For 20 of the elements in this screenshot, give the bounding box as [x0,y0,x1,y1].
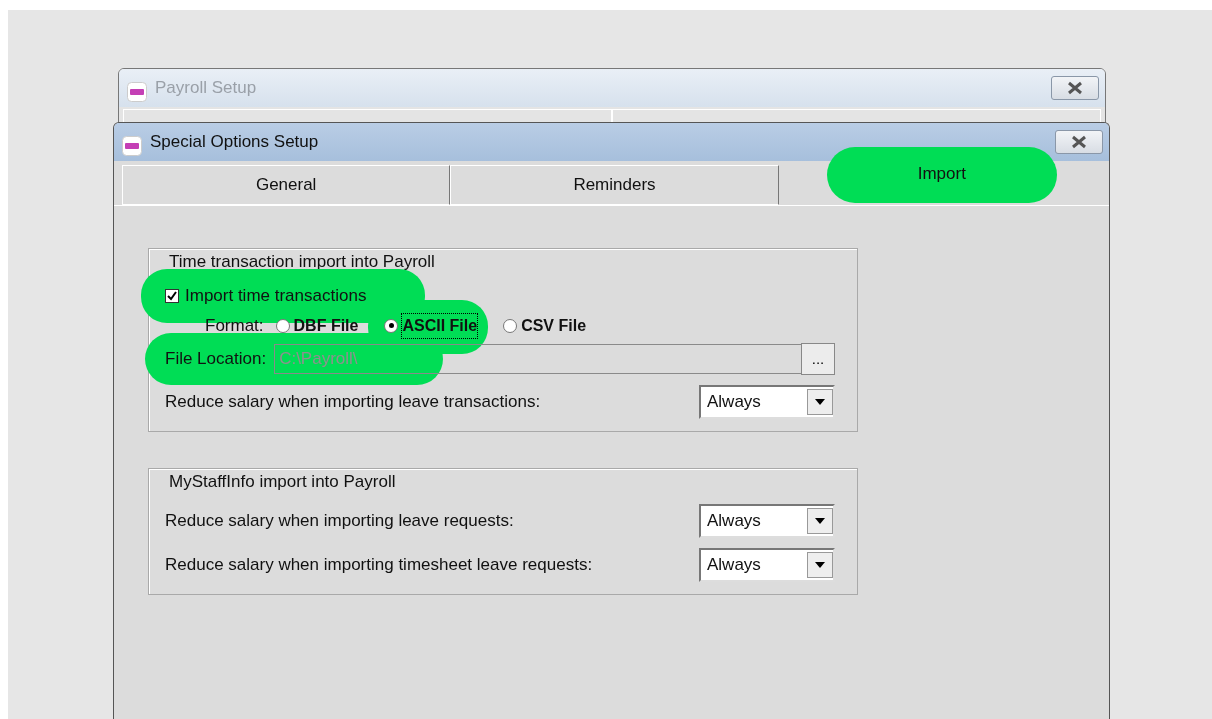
window-title: Payroll Setup [155,77,257,100]
field-label: Reduce salary when importing timesheet leave requests: [165,554,593,577]
field-label: Reduce salary when importing leave transactions: [165,390,541,413]
tab[interactable]: General [122,165,451,205]
close-button[interactable] [1051,76,1099,100]
checkbox-label: Import time transactions [185,284,367,307]
close-icon [1066,81,1084,95]
dropdown[interactable]: Always [699,548,835,582]
field-label: Reduce salary when importing leave requests: [165,510,514,533]
close-icon [1070,135,1088,149]
dropdown[interactable]: Always [699,384,835,419]
radio-button[interactable] [503,318,518,333]
radio-label: ASCII File [402,313,478,338]
tab[interactable]: Reminders [450,165,779,205]
dropdown[interactable]: Always [699,504,835,538]
close-button[interactable] [1055,130,1103,154]
radio-label: CSV File [521,315,587,336]
field-label: File Location: [165,347,267,370]
window-title: Special Options Setup [150,131,319,154]
tab[interactable]: Import [778,147,1105,205]
